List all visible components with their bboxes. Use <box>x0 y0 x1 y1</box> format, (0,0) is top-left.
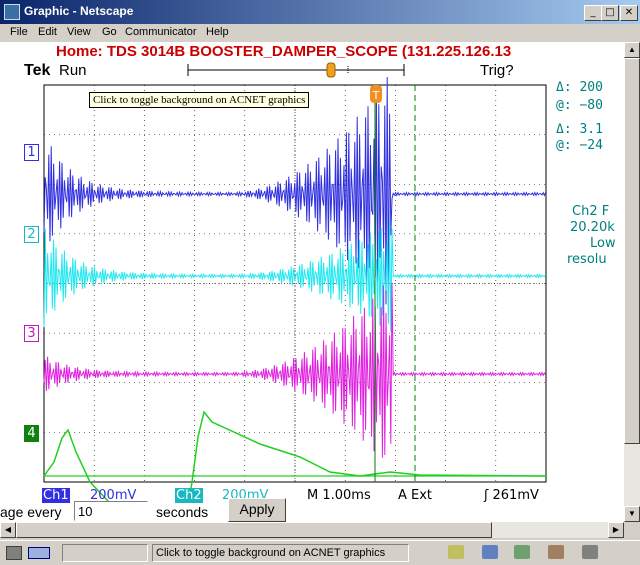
security-icon[interactable] <box>6 546 22 560</box>
refresh-prefix: age every <box>0 504 62 520</box>
info-line-2: 20.20k <box>570 220 615 235</box>
window-title: Graphic - Netscape <box>24 4 134 18</box>
component-bar-addressbook-icon[interactable] <box>548 545 564 559</box>
component-bar-composer-icon[interactable] <box>582 545 598 559</box>
menu-bar: File Edit View Go Communicator Help <box>0 24 640 42</box>
record-length-bar <box>187 62 405 78</box>
svg-text:T: T <box>372 89 380 102</box>
scope-screen[interactable]: T <box>0 42 624 502</box>
trigger-level: ʃ 261mV <box>484 488 539 503</box>
window-titlebar: Graphic - Netscape _ □ ✕ <box>0 0 640 24</box>
apply-button[interactable]: Apply <box>228 498 286 522</box>
menu-view[interactable]: View <box>67 26 91 38</box>
trigger-source: A Ext <box>398 488 433 503</box>
menu-edit[interactable]: Edit <box>38 26 57 38</box>
info-line-1: Ch2 F <box>572 204 610 219</box>
menu-communicator[interactable]: Communicator <box>125 26 197 38</box>
tooltip: Click to toggle background on ACNET grap… <box>89 92 310 108</box>
scroll-down-button[interactable]: ▼ <box>624 506 640 522</box>
info-line-4: resolu <box>567 252 607 267</box>
maximize-button[interactable]: □ <box>601 5 619 21</box>
status-bar: Click to toggle background on ACNET grap… <box>0 540 640 565</box>
refresh-interval-input[interactable] <box>74 501 148 521</box>
channel-2-marker[interactable]: 2 <box>24 226 39 243</box>
component-bar-mail-icon[interactable] <box>482 545 498 559</box>
channel-3-marker[interactable]: 3 <box>24 325 39 342</box>
progress-bar <box>62 544 148 562</box>
horizontal-scroll-thumb[interactable] <box>16 522 492 538</box>
channel-1-marker[interactable]: 1 <box>24 144 39 161</box>
timebase: M 1.00ms <box>307 488 371 503</box>
menu-help[interactable]: Help <box>206 26 229 38</box>
online-status-icon[interactable] <box>28 547 50 559</box>
component-bar-newsgroups-icon[interactable] <box>514 545 530 559</box>
cursor2-delta: Δ: 3.1 <box>556 122 603 137</box>
cursor2-position: @: −24 <box>556 138 603 153</box>
scroll-right-button[interactable]: ▶ <box>608 522 624 538</box>
channel-4-marker[interactable]: 4 <box>24 425 39 442</box>
info-line-3: Low <box>590 236 616 251</box>
ch1-label: Ch1 <box>42 488 70 503</box>
trigger-position-marker: T <box>370 85 382 103</box>
cursor1-delta: Δ: 200 <box>556 80 603 95</box>
horizontal-scrollbar[interactable]: ◀ ▶ <box>0 522 624 538</box>
minimize-button[interactable]: _ <box>584 5 602 21</box>
netscape-app-icon <box>4 4 20 20</box>
menu-go[interactable]: Go <box>102 26 117 38</box>
scroll-up-button[interactable]: ▲ <box>624 42 640 58</box>
ch2-label: Ch2 <box>175 488 203 503</box>
close-button[interactable]: ✕ <box>620 5 638 21</box>
status-text: Click to toggle background on ACNET grap… <box>152 544 409 562</box>
page-content: Home: TDS 3014B BOOSTER_DAMPER_SCOPE (13… <box>0 42 624 522</box>
refresh-suffix: seconds <box>156 504 209 520</box>
scroll-left-button[interactable]: ◀ <box>0 522 16 538</box>
vertical-scroll-thumb[interactable] <box>624 58 640 444</box>
cursor1-position: @: −80 <box>556 98 603 113</box>
component-bar-navigator-icon[interactable] <box>448 545 464 559</box>
graticule <box>43 84 547 483</box>
scroll-corner <box>624 522 640 538</box>
menu-file[interactable]: File <box>10 26 28 38</box>
vertical-scrollbar[interactable]: ▲ ▼ <box>624 42 640 522</box>
